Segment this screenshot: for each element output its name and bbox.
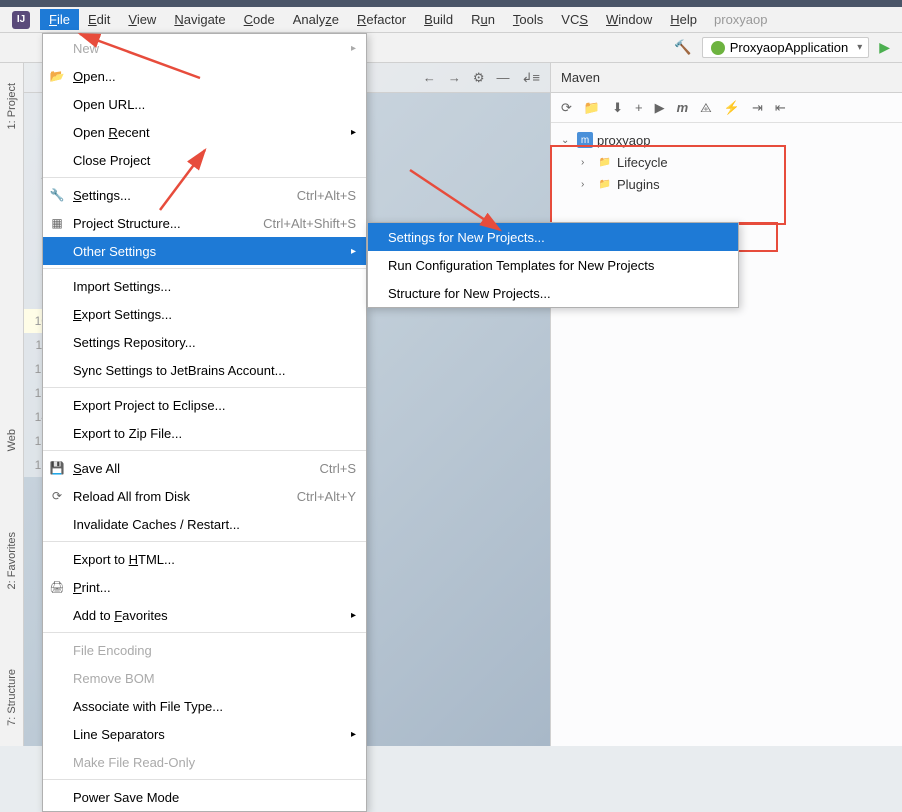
generate-icon[interactable]: 📁 — [584, 100, 600, 116]
folder-icon: 📁 — [597, 176, 613, 192]
minimize-icon[interactable]: — — [497, 70, 510, 85]
collapse-icon[interactable]: ⇥ — [752, 100, 763, 116]
menu-refactor[interactable]: Refactor — [348, 9, 415, 30]
menu-item-export-settings[interactable]: Export Settings... — [43, 300, 366, 328]
menu-item-settings[interactable]: 🔧Settings...Ctrl+Alt+S — [43, 181, 366, 209]
build-icon[interactable]: 🔨 — [674, 39, 691, 56]
menu-item-associate-with-file-type[interactable]: Associate with File Type... — [43, 692, 366, 720]
menu-item-power-save-mode[interactable]: Power Save Mode — [43, 783, 366, 811]
menu-code[interactable]: Code — [235, 9, 284, 30]
maven-header: Maven — [551, 63, 902, 93]
m-icon[interactable]: m — [677, 100, 689, 115]
project-name: proxyaop — [714, 12, 767, 27]
menu-item-open-url[interactable]: Open URL... — [43, 90, 366, 118]
other-settings-submenu: Settings for New Projects...Run Configur… — [367, 222, 739, 308]
menu-item-file-encoding: File Encoding — [43, 636, 366, 664]
menu-item-project-structure[interactable]: ▦Project Structure...Ctrl+Alt+Shift+S — [43, 209, 366, 237]
menu-item-sync-settings-to-jetbrains-account[interactable]: Sync Settings to JetBrains Account... — [43, 356, 366, 384]
tab-project[interactable]: 1: Project — [6, 83, 18, 129]
submenu-item-run-configuration-templates-for-new-projects[interactable]: Run Configuration Templates for New Proj… — [368, 251, 738, 279]
maven-toolbar: ⟳ 📁 ⬇ + ▶ m ⨹ ⚡ ⇥ ⇤ — [551, 93, 902, 123]
menu-item-remove-bom: Remove BOM — [43, 664, 366, 692]
menu-edit[interactable]: Edit — [79, 9, 119, 30]
maven-module-icon: m — [577, 132, 593, 148]
menu-item-export-to-html[interactable]: Export to HTML... — [43, 545, 366, 573]
nav-fwd-icon[interactable]: → — [448, 70, 461, 85]
menu-item-print[interactable]: 🖨Print... — [43, 573, 366, 601]
chevron-down-icon: ⌄ — [561, 135, 573, 146]
menu-item-close-project[interactable]: Close Project — [43, 146, 366, 174]
menu-item-line-separators[interactable]: Line Separators▸ — [43, 720, 366, 748]
menu-vcs[interactable]: VCS — [552, 9, 597, 30]
menu-build[interactable]: Build — [415, 9, 462, 30]
menu-file[interactable]: File — [40, 9, 79, 30]
left-sidebar: 1: Project Web 2: Favorites 7: Structure — [0, 63, 24, 746]
menu-item-make-file-read-only: Make File Read-Only — [43, 748, 366, 776]
submenu-item-settings-for-new-projects[interactable]: Settings for New Projects... — [368, 223, 738, 251]
menu-view[interactable]: View — [119, 9, 165, 30]
spring-icon — [711, 41, 725, 55]
folder-icon: 📁 — [597, 154, 613, 170]
menu-window[interactable]: Window — [597, 9, 661, 30]
menu-item-open[interactable]: 📂Open... — [43, 62, 366, 90]
tab-web[interactable]: Web — [6, 429, 18, 451]
menu-item-reload-all-from-disk[interactable]: ⟳Reload All from DiskCtrl+Alt+Y — [43, 482, 366, 510]
menu-item-open-recent[interactable]: Open Recent▸ — [43, 118, 366, 146]
offline-icon[interactable]: ⚡ — [724, 100, 740, 116]
menu-item-export-to-zip-file[interactable]: Export to Zip File... — [43, 419, 366, 447]
tree-plugins[interactable]: › 📁 Plugins — [581, 173, 892, 195]
menu-item-settings-repository[interactable]: Settings Repository... — [43, 328, 366, 356]
chevron-right-icon: › — [581, 179, 593, 190]
run-config-selector[interactable]: ProxyaopApplication — [702, 37, 870, 58]
menu-item-new: New▸ — [43, 34, 366, 62]
menu-navigate[interactable]: Navigate — [165, 9, 234, 30]
run-maven-icon[interactable]: ▶ — [655, 100, 665, 116]
submenu-item-structure-for-new-projects[interactable]: Structure for New Projects... — [368, 279, 738, 307]
menu-item-invalidate-caches-restart[interactable]: Invalidate Caches / Restart... — [43, 510, 366, 538]
tree-root[interactable]: ⌄ m proxyaop — [561, 129, 892, 151]
menu-tools[interactable]: Tools — [504, 9, 552, 30]
maven-tree: ⌄ m proxyaop › 📁 Lifecycle › 📁 Plugins — [551, 123, 902, 201]
expand-icon[interactable]: ⇤ — [775, 100, 786, 116]
menu-item-export-project-to-eclipse[interactable]: Export Project to Eclipse... — [43, 391, 366, 419]
nav-back-icon[interactable]: ← — [423, 70, 436, 85]
tree-lifecycle[interactable]: › 📁 Lifecycle — [581, 151, 892, 173]
app-icon: IJ — [12, 11, 30, 29]
menu-item-import-settings[interactable]: Import Settings... — [43, 272, 366, 300]
tab-structure[interactable]: 7: Structure — [6, 669, 18, 726]
gear-icon[interactable]: ⚙ — [473, 70, 485, 86]
menu-item-other-settings[interactable]: Other Settings▸ — [43, 237, 366, 265]
refresh-icon[interactable]: ⟳ — [561, 100, 572, 116]
menu-item-add-to-favorites[interactable]: Add to Favorites▸ — [43, 601, 366, 629]
file-dropdown: New▸📂Open...Open URL...Open Recent▸Close… — [42, 33, 367, 812]
run-button[interactable]: ▶ — [879, 39, 890, 56]
menu-item-save-all[interactable]: 💾Save AllCtrl+S — [43, 454, 366, 482]
download-icon[interactable]: ⬇ — [612, 100, 623, 116]
tab-favorites[interactable]: 2: Favorites — [6, 532, 18, 589]
wrap-icon[interactable]: ↲≡ — [522, 70, 540, 86]
chevron-right-icon: › — [581, 157, 593, 168]
menu-help[interactable]: Help — [661, 9, 706, 30]
menu-analyze[interactable]: Analyze — [284, 9, 348, 30]
run-config-label: ProxyaopApplication — [730, 40, 849, 55]
add-icon[interactable]: + — [635, 100, 643, 115]
maven-panel: Maven ⟳ 📁 ⬇ + ▶ m ⨹ ⚡ ⇥ ⇤ ⌄ m proxyaop ›… — [550, 63, 902, 746]
menubar: IJ File Edit View Navigate Code Analyze … — [0, 7, 902, 33]
skip-tests-icon[interactable]: ⨹ — [700, 100, 712, 116]
menu-run[interactable]: Run — [462, 9, 504, 30]
